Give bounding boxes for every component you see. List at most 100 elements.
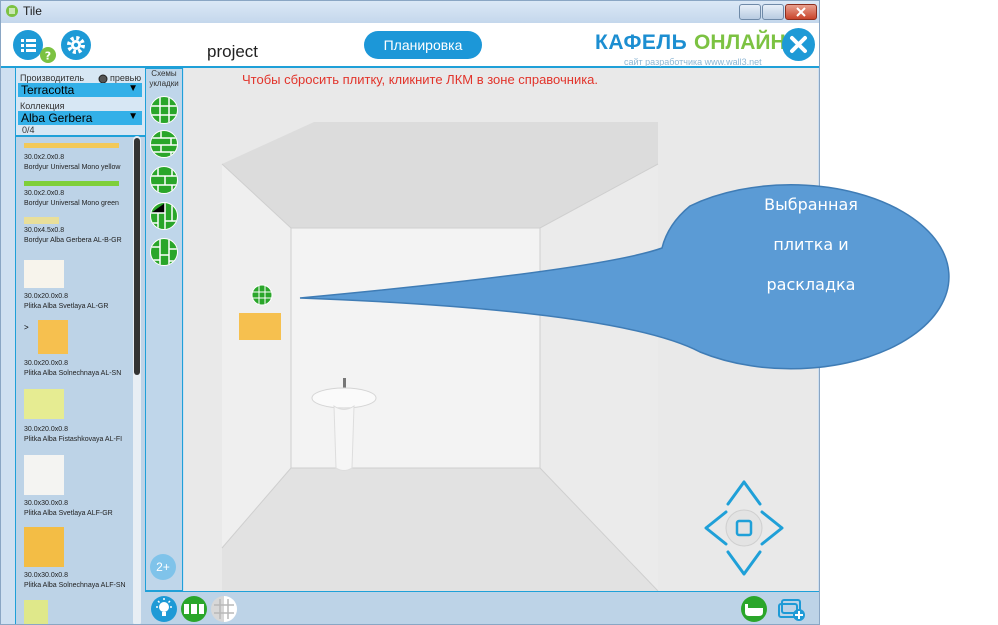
selected-tile-indicator	[239, 313, 281, 340]
window-title: Tile	[23, 4, 42, 18]
close-icon	[790, 36, 807, 53]
arrow-up-icon[interactable]	[726, 480, 762, 506]
project-name[interactable]: project	[207, 42, 258, 62]
scrollbar-thumb[interactable]	[134, 138, 140, 375]
svg-text:?: ?	[45, 50, 51, 63]
tile-name: Bordyur Universal Mono yellow	[24, 164, 121, 171]
tile-swatch	[24, 600, 48, 624]
help-icon: ?	[45, 50, 51, 63]
list-item[interactable]: 30.0x2.0x0.8 Bordyur Universal Mono gree…	[16, 178, 132, 212]
app-header: ? project Планировка КАФЕЛЬ ОНЛАЙН сайт …	[1, 23, 819, 68]
callout-text: Выбранная плитка и раскладка	[662, 185, 960, 305]
tile-name: Bordyur Universal Mono green	[24, 200, 119, 207]
maximize-button[interactable]	[762, 4, 784, 20]
tile-size: 30.0x20.0x0.8	[24, 360, 68, 367]
tile-size: 30.0x20.0x0.8	[24, 426, 68, 433]
list-item[interactable]: 30.0x30.0x0.8 Plitka Alba Solnechnaya AL…	[16, 524, 132, 596]
callout-line-1: Выбранная	[764, 195, 858, 214]
brick-pattern-icon	[151, 131, 177, 157]
arrow-right-icon[interactable]	[760, 510, 784, 546]
scheme-straight-button[interactable]	[150, 96, 178, 124]
tile-name: Plitka Alba Solnechnaya AL-SN	[24, 370, 122, 377]
arrow-down-icon[interactable]	[726, 550, 762, 576]
tile-swatch	[38, 320, 68, 354]
list-item[interactable]: 30.0x30.0x0.8 Plitka Alba Svetlaya ALF-G…	[16, 452, 132, 522]
bottom-toolbar	[145, 591, 819, 624]
chevron-down-icon: ▼	[128, 83, 138, 94]
preview-label: превью	[110, 73, 142, 83]
tile-size: 30.0x2.0x0.8	[24, 154, 65, 161]
tile-swatch	[24, 455, 64, 495]
room-viewport[interactable]: Чтобы сбросить плитку, кликните ЛКМ в зо…	[184, 68, 818, 591]
tile-size: 30.0x20.0x0.8	[24, 293, 68, 300]
app-window: Tile ? project Планировка КАФЕЛЬ ОНЛАЙН …	[0, 0, 820, 625]
lightbulb-icon	[156, 598, 172, 616]
tile-size: 30.0x4.5x0.8	[24, 227, 65, 234]
tile-size: 30.0x30.0x0.8	[24, 500, 68, 507]
manufacturer-select[interactable]: Terracotta ▼	[18, 83, 142, 97]
menu-list-button[interactable]	[13, 30, 43, 60]
schemes-label: Схемы укладки	[149, 69, 179, 88]
tile-swatch	[24, 217, 59, 224]
tile-swatch	[24, 389, 64, 419]
tile-name: Plitka Alba Fistashkovaya AL-FI	[24, 436, 123, 443]
arrow-left-icon[interactable]	[704, 510, 728, 546]
tile-name: Plitka Alba Svetlaya AL-GR	[24, 303, 109, 310]
grout-icon	[214, 596, 237, 622]
catalog-filters: Производитель превью Terracotta ▼ Коллек…	[16, 68, 146, 137]
tile-swatch	[24, 260, 64, 288]
screenshot-button[interactable]	[775, 594, 807, 624]
brand-subtitle: сайт разработчика www.wall3.net	[624, 57, 762, 67]
callout-line-2: плитка и	[773, 235, 849, 254]
tile-name: Plitka Alba Svetlaya ALF-GR	[24, 510, 113, 517]
grout-toggle-button[interactable]	[211, 596, 237, 622]
plan-button[interactable]: Планировка	[364, 31, 482, 59]
collection-select[interactable]: Alba Gerbera ▼	[18, 111, 142, 125]
tile-swatch	[24, 527, 64, 567]
app-logo-icon	[6, 5, 18, 17]
navigation-pad	[704, 480, 784, 576]
scheme-herringbone-button[interactable]	[150, 202, 178, 230]
camera-add-icon	[778, 599, 805, 621]
tile-name: Bordyur Alba Gerbera AL-B-GR	[24, 237, 122, 244]
close-icon	[796, 7, 806, 17]
app-close-button[interactable]	[782, 28, 815, 61]
scheme-brick-button[interactable]	[150, 130, 178, 158]
light-button[interactable]	[151, 596, 177, 622]
catalog-panel: Производитель превью Terracotta ▼ Коллек…	[15, 68, 146, 624]
list-item[interactable]: 30.0x2.0x0.8 Bordyur Universal Mono yell…	[16, 140, 132, 174]
list-item[interactable]: > 30.0x20.0x0.8 Plitka Alba Solnechnaya …	[16, 320, 132, 382]
list-item[interactable]: 30.0x20.0x0.8 Plitka Alba Fistashkovaya …	[16, 386, 132, 450]
selected-marker: >	[24, 323, 29, 332]
center-reset-button[interactable]	[725, 509, 763, 547]
tile-size: 30.0x2.0x0.8	[24, 190, 65, 197]
collection-value: Alba Gerbera	[21, 111, 93, 125]
list-item[interactable]: 30.0x4.5x0.8 Bordyur Alba Gerbera AL-B-G…	[16, 214, 132, 254]
window-close-button[interactable]	[785, 4, 817, 20]
help-button[interactable]: ?	[40, 47, 56, 63]
offset-pattern-icon	[151, 167, 177, 193]
grid-pattern-icon	[151, 97, 177, 123]
scheme-offset-button[interactable]	[150, 166, 178, 194]
more-schemes-button[interactable]: 2+	[150, 554, 176, 580]
selected-layout-indicator	[251, 284, 273, 306]
minimize-button[interactable]	[739, 4, 761, 20]
herringbone-pattern-icon	[151, 203, 177, 229]
tile-swatch	[24, 181, 119, 186]
manufacturer-label: Производитель	[20, 73, 85, 83]
settings-button[interactable]	[61, 30, 91, 60]
list-item[interactable]	[16, 600, 132, 624]
callout-line-3: раскладка	[766, 275, 856, 294]
gear-icon	[67, 36, 85, 54]
scheme-vertical-button[interactable]	[150, 238, 178, 266]
brand-logo-part2: ОНЛАЙН	[694, 31, 786, 54]
title-bar: Tile	[1, 1, 819, 23]
list-item[interactable]: 30.0x20.0x0.8 Plitka Alba Svetlaya AL-GR	[16, 256, 132, 316]
vertical-pattern-icon	[151, 239, 177, 265]
brand-logo-part1: КАФЕЛЬ	[595, 31, 688, 54]
wall-tiles-button[interactable]	[181, 596, 207, 622]
collection-label: Коллекция	[20, 101, 65, 111]
bathtub-button[interactable]	[741, 596, 767, 622]
tile-swatch	[24, 143, 119, 148]
tile-list-scrollbar[interactable]	[133, 136, 141, 624]
